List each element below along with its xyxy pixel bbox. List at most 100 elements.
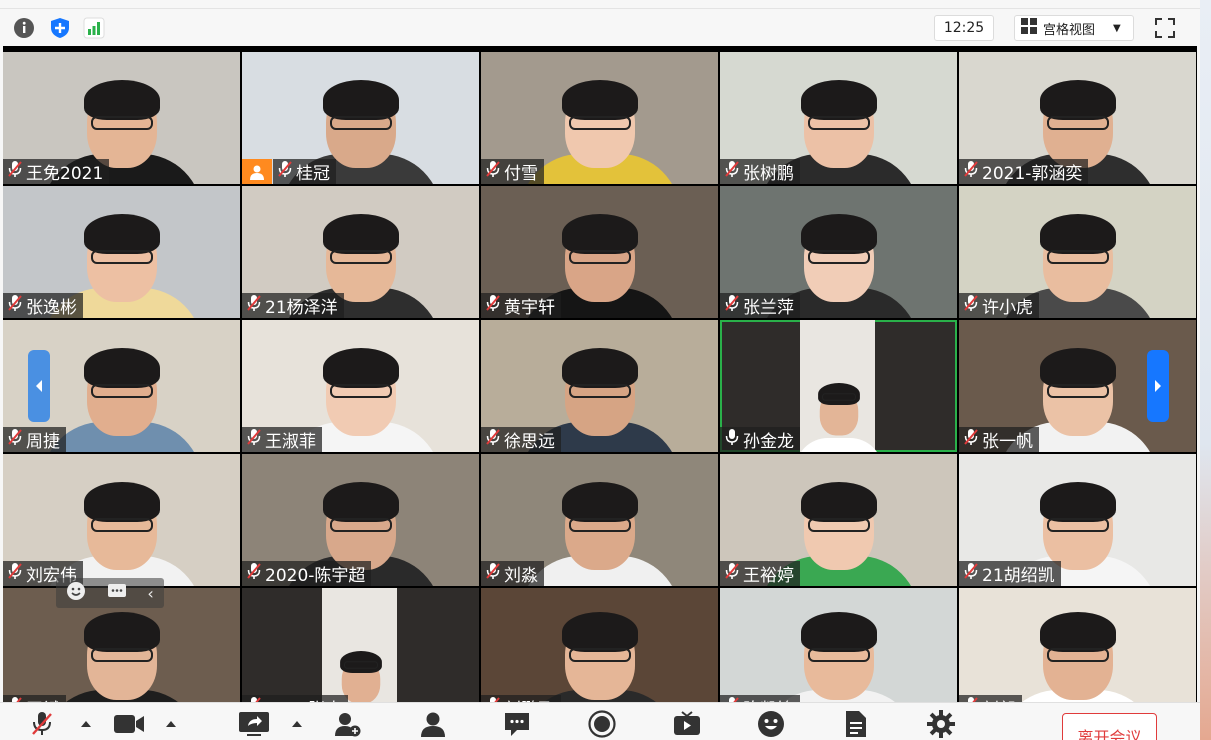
participant-name: 孙金龙 <box>743 432 794 452</box>
participant-name-tag: 刘淼 <box>481 561 544 586</box>
video-tile[interactable]: 桂冠 <box>242 52 479 184</box>
camera-icon[interactable] <box>113 711 145 737</box>
mic-muted-icon <box>485 160 501 183</box>
security-shield-icon[interactable] <box>48 16 72 40</box>
participant-name-tag: 王免2021 <box>3 159 110 184</box>
video-tile[interactable]: 21胡绍凯 <box>959 454 1196 586</box>
video-tile[interactable]: 王免2021 <box>3 52 240 184</box>
video-tile[interactable]: 刘淼 <box>481 454 718 586</box>
mic-on-icon <box>724 428 740 451</box>
host-badge-icon <box>242 159 272 184</box>
video-tile[interactable]: 刘鹏飞 <box>481 588 718 720</box>
mic-muted-icon <box>7 562 23 585</box>
video-tile[interactable]: 张树鹏 <box>720 52 957 184</box>
participant-name-tag: 21杨泽洋 <box>242 293 344 318</box>
video-tile[interactable]: 陈凯锋 <box>720 588 957 720</box>
video-tile[interactable]: 王淑菲 <box>242 320 479 452</box>
video-tile[interactable]: 刘郎 <box>959 588 1196 720</box>
participant-name-tag: 桂冠 <box>273 159 336 184</box>
more-icon[interactable] <box>107 581 127 605</box>
emoji-icon[interactable] <box>66 581 86 605</box>
video-tile[interactable]: 2021-郭涵奕 <box>959 52 1196 184</box>
leave-meeting-button[interactable]: 离开会议 <box>1062 713 1157 740</box>
mic-muted-icon <box>963 562 979 585</box>
participant-name-tag: 2020-陈宇超 <box>242 561 372 586</box>
share-screen-icon[interactable] <box>238 711 270 737</box>
participant-name: 2021-郭涵奕 <box>982 164 1083 184</box>
participant-name-tag: 张一帆 <box>959 427 1039 452</box>
participant-name-tag: 张逸彬 <box>3 293 83 318</box>
document-icon[interactable] <box>845 711 867 737</box>
live-stream-icon[interactable] <box>673 711 701 737</box>
mic-muted-icon <box>963 160 979 183</box>
mic-muted-icon <box>7 160 23 183</box>
share-options-chevron-icon[interactable] <box>291 711 303 737</box>
floating-mini-toolbar: ‹ <box>56 578 164 608</box>
participant-name-tag: 黄宇轩 <box>481 293 561 318</box>
video-tile[interactable]: 孙金龙 <box>720 320 957 452</box>
meeting-window: 12:25 宫格视图 ▼ 王免2021 桂冠 付雪 张树鹏 2021-郭涵奕张逸彬 21杨… <box>0 0 1211 740</box>
mic-muted-icon <box>724 294 740 317</box>
participant-name-tag: 王淑菲 <box>242 427 322 452</box>
mic-muted-icon <box>963 294 979 317</box>
bottom-toolbar: 离开会议 <box>0 702 1211 740</box>
participant-name: 周捷 <box>26 432 60 452</box>
participant-name-tag: 孙金龙 <box>720 427 800 452</box>
mic-muted-icon <box>277 160 293 183</box>
signal-strength-icon[interactable] <box>82 16 106 40</box>
mic-options-chevron-icon[interactable] <box>80 711 92 737</box>
grid-view-icon <box>1021 18 1037 38</box>
settings-gear-icon[interactable] <box>927 710 955 738</box>
mute-mic-icon[interactable] <box>30 711 54 737</box>
mic-muted-icon <box>7 428 23 451</box>
participant-name: 21胡绍凯 <box>982 566 1055 586</box>
video-tile[interactable]: 张兰萍 <box>720 186 957 318</box>
participant-name: 2020-陈宇超 <box>265 566 366 586</box>
participant-name-tag: 徐思远 <box>481 427 561 452</box>
desktop-background-edge <box>1200 0 1211 740</box>
video-grid: 王免2021 桂冠 付雪 张树鹏 2021-郭涵奕张逸彬 21杨泽洋 黄宇轩 张兰萍 许小虎周捷… <box>3 46 1197 720</box>
camera-options-chevron-icon[interactable] <box>165 711 177 737</box>
video-tile[interactable]: 21杨泽洋 <box>242 186 479 318</box>
prev-page-arrow[interactable] <box>28 350 50 422</box>
mic-muted-icon <box>485 428 501 451</box>
video-tile[interactable]: 许小虎 <box>959 186 1196 318</box>
mic-muted-icon <box>7 294 23 317</box>
video-tile[interactable]: 徐思远 <box>481 320 718 452</box>
video-tile[interactable]: 付雪 <box>481 52 718 184</box>
video-tile[interactable]: 王裕婷 <box>720 454 957 586</box>
view-mode-dropdown[interactable]: 宫格视图 ▼ <box>1014 15 1134 41</box>
reaction-emoji-icon[interactable] <box>757 711 785 737</box>
fullscreen-icon[interactable] <box>1152 16 1178 40</box>
participant-name: 刘淼 <box>504 566 538 586</box>
mic-muted-icon <box>246 562 262 585</box>
participant-name: 王裕婷 <box>743 566 794 586</box>
participant-name-tag: 张树鹏 <box>720 159 800 184</box>
participant-name: 王淑菲 <box>265 432 316 452</box>
video-tile[interactable]: 2020-陈宇超 <box>242 454 479 586</box>
mic-muted-icon <box>963 428 979 451</box>
participant-name: 张兰萍 <box>743 298 794 318</box>
participant-name: 黄宇轩 <box>504 298 555 318</box>
chevron-down-icon: ▼ <box>1113 22 1121 34</box>
video-tile[interactable]: 2021张大 <box>242 588 479 720</box>
participants-icon[interactable] <box>420 711 446 737</box>
top-bar: 12:25 宫格视图 ▼ <box>0 8 1200 46</box>
invite-icon[interactable] <box>334 711 362 737</box>
participant-name-tag: 付雪 <box>481 159 544 184</box>
participant-name: 张一帆 <box>982 432 1033 452</box>
next-page-arrow[interactable] <box>1147 350 1169 422</box>
participant-name: 许小虎 <box>982 298 1033 318</box>
participant-name: 张树鹏 <box>743 164 794 184</box>
participant-name: 桂冠 <box>296 164 330 184</box>
video-tile[interactable]: 刘宏伟 <box>3 454 240 586</box>
video-tile[interactable]: 张逸彬 <box>3 186 240 318</box>
record-icon[interactable] <box>588 710 616 738</box>
collapse-chevron-icon[interactable]: ‹ <box>147 584 153 603</box>
info-icon[interactable] <box>12 16 36 40</box>
participant-name-tag: 许小虎 <box>959 293 1039 318</box>
video-tile[interactable]: 黄宇轩 <box>481 186 718 318</box>
mic-muted-icon <box>724 562 740 585</box>
chat-icon[interactable] <box>503 711 531 737</box>
mic-muted-icon <box>485 562 501 585</box>
